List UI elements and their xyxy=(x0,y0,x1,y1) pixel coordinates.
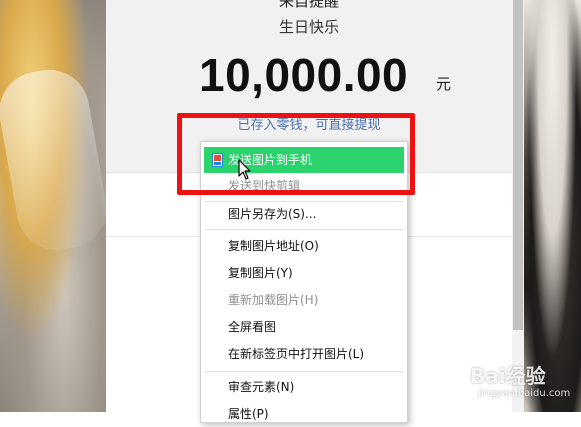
menu-item-save-image-as[interactable]: 图片另存为(S)... xyxy=(201,201,407,227)
background-photo-right xyxy=(524,0,581,412)
annotation-red-box xyxy=(177,113,415,195)
amount-value: 10,000.00 xyxy=(199,49,409,101)
menu-item-fullscreen-view[interactable]: 全屏看图 xyxy=(201,314,407,340)
watermark-url: jingyan.baidu.com xyxy=(478,388,571,399)
menu-separator xyxy=(205,229,403,230)
menu-item-open-image-new-tab[interactable]: 在新标签页中打开图片(L) xyxy=(201,341,407,367)
greeting-text: 生日快乐 xyxy=(278,18,339,36)
menu-item-inspect-element[interactable]: 审查元素(N) xyxy=(201,374,407,400)
menu-item-copy-image-address[interactable]: 复制图片地址(O) xyxy=(201,233,407,259)
watermark-logo: Bai经验 xyxy=(470,364,546,388)
currency-unit: 元 xyxy=(436,75,452,93)
mouse-cursor-icon xyxy=(238,159,251,180)
background-photo-left xyxy=(0,0,113,412)
menu-item-properties[interactable]: 属性(P) xyxy=(201,401,407,427)
menu-item-reload-image[interactable]: 重新加载图片(H) xyxy=(201,287,407,313)
sender-name: 来自提醒 xyxy=(278,0,339,10)
menu-item-copy-image[interactable]: 复制图片(Y) xyxy=(201,260,407,286)
scrollbar-thumb[interactable] xyxy=(513,0,523,330)
photo-highlight xyxy=(0,63,113,257)
menu-separator xyxy=(205,371,403,372)
